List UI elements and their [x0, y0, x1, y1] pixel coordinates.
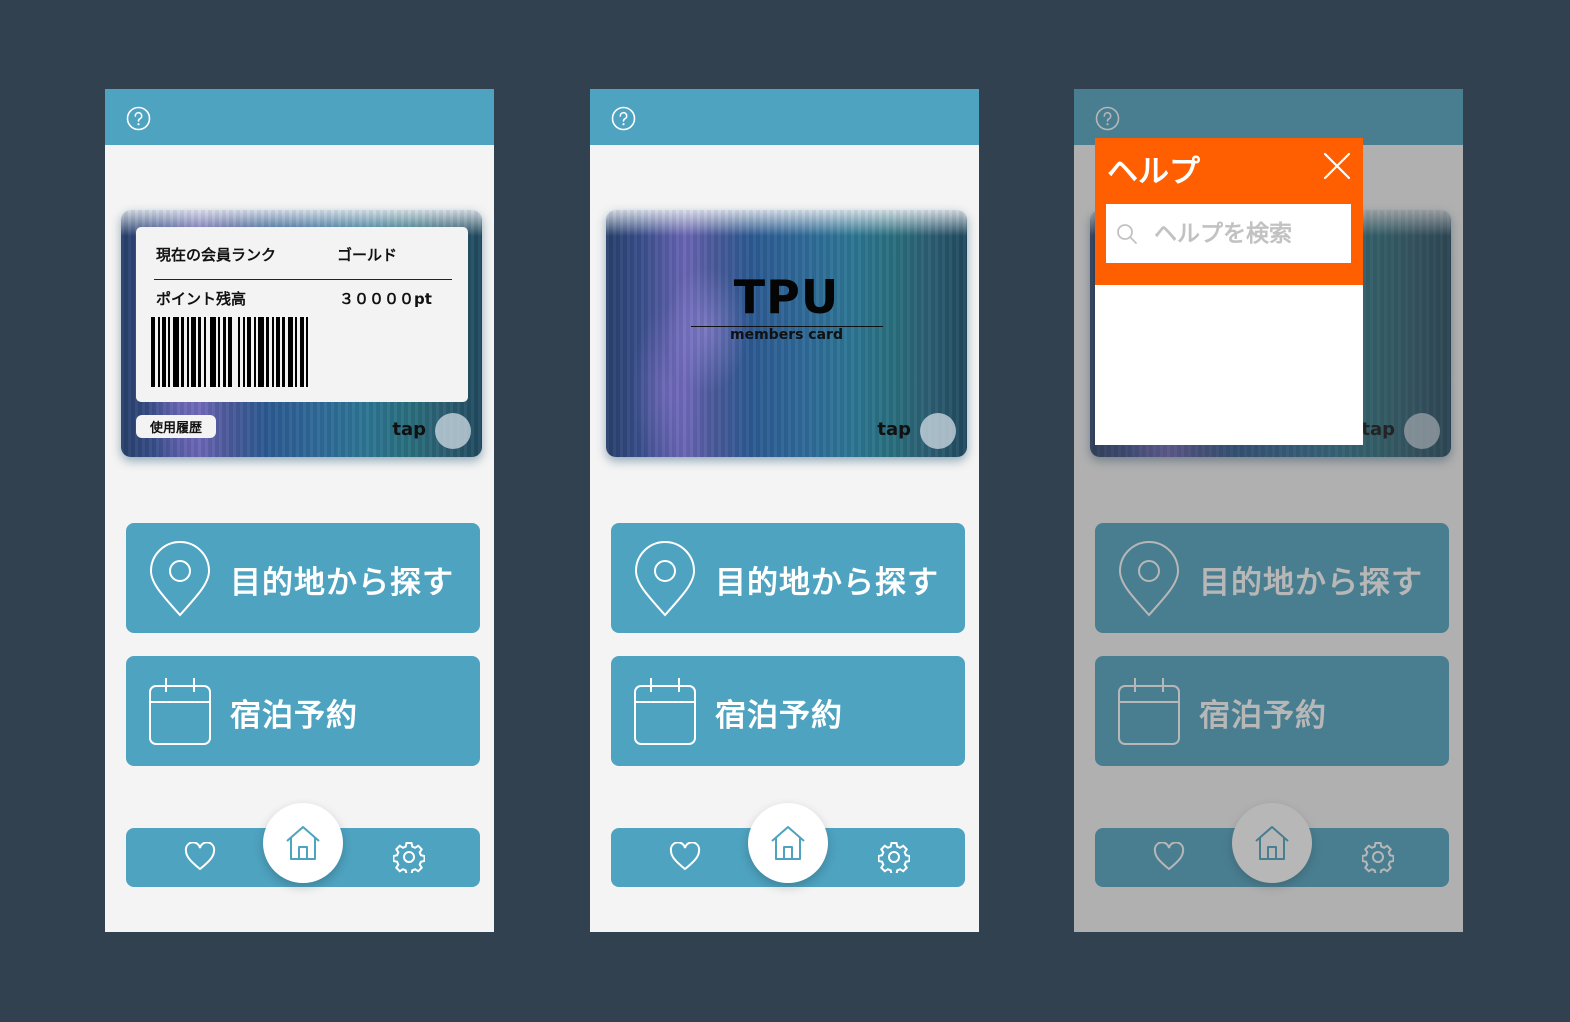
help-button[interactable] [611, 106, 636, 131]
heart-icon[interactable] [669, 842, 701, 872]
help-button[interactable] [126, 106, 151, 131]
barcode-gap [308, 317, 311, 387]
map-pin-icon [149, 541, 211, 617]
top-bar [590, 89, 979, 145]
close-icon[interactable] [1323, 152, 1351, 180]
points-label: ポイント残高 [156, 290, 247, 308]
phone-screen-card-front: TPU members card tap 目的地から探す 宿泊予約 [590, 89, 979, 932]
help-header: ヘルプ [1095, 138, 1363, 285]
home-button[interactable] [748, 803, 828, 883]
help-dialog: ヘルプ [1095, 138, 1363, 445]
home-icon [771, 826, 805, 860]
destination-label: 目的地から探す [715, 565, 939, 601]
help-search-box[interactable] [1106, 204, 1351, 263]
home-button[interactable] [263, 803, 343, 883]
calendar-icon [634, 678, 696, 745]
barcode [151, 317, 453, 387]
tap-button[interactable] [920, 413, 956, 449]
phone-screen-help: tap 目的地から探す 宿泊予約 ヘルプ ヘルプを検索 [1074, 89, 1463, 932]
divider [154, 279, 452, 280]
phone-screen-barcode: 現在の会員ランク ゴールド ポイント残高 ３００００pt 使用履歴 tap 目的… [105, 89, 494, 932]
tap-label: tap [392, 419, 426, 440]
booking-button[interactable]: 宿泊予約 [611, 656, 965, 766]
card-brand: TPU [733, 270, 840, 324]
rank-label: 現在の会員ランク [156, 246, 277, 264]
points-value: ３００００pt [339, 290, 432, 308]
rank-value: ゴールド [337, 246, 398, 264]
destination-label: 目的地から探す [230, 565, 454, 601]
booking-label: 宿泊予約 [230, 698, 358, 734]
home-icon [286, 826, 320, 860]
member-card[interactable]: 現在の会員ランク ゴールド ポイント残高 ３００００pt 使用履歴 tap [121, 210, 482, 457]
help-circle-icon [611, 106, 636, 131]
calendar-icon [149, 678, 211, 745]
gear-icon[interactable] [393, 841, 425, 873]
member-card[interactable]: TPU members card tap [606, 210, 967, 457]
booking-label: 宿泊予約 [715, 698, 843, 734]
card-subtitle: members card [730, 327, 843, 343]
search-by-destination-button[interactable]: 目的地から探す [126, 523, 480, 633]
top-bar [105, 89, 494, 145]
history-button[interactable]: 使用履歴 [136, 415, 217, 438]
search-by-destination-button[interactable]: 目的地から探す [611, 523, 965, 633]
map-pin-icon [634, 541, 696, 617]
help-title: ヘルプ [1107, 154, 1200, 190]
booking-button[interactable]: 宿泊予約 [126, 656, 480, 766]
help-circle-icon [126, 106, 151, 131]
tap-button[interactable] [435, 413, 471, 449]
gear-icon[interactable] [878, 841, 910, 873]
tap-label: tap [877, 419, 911, 440]
search-icon [1117, 223, 1137, 244]
heart-icon[interactable] [184, 842, 216, 872]
help-search-input[interactable] [1154, 220, 1344, 247]
barcode-sheet: 現在の会員ランク ゴールド ポイント残高 ３００００pt [136, 227, 468, 402]
